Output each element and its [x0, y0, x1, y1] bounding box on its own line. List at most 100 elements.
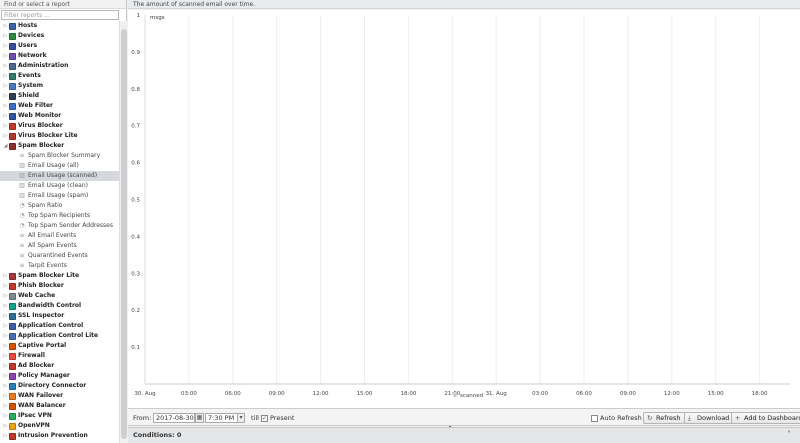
tree-category[interactable]: ▷Policy Manager	[0, 371, 119, 381]
tree-report-item[interactable]: ▥Email Usage (clean)	[0, 181, 119, 191]
x-tick-label: 09:00	[269, 391, 285, 397]
present-label: Present	[270, 413, 294, 423]
tree-report-item[interactable]: ▥Email Usage (spam)	[0, 191, 119, 201]
x-tick-label: 18:00	[752, 391, 768, 397]
collapsed-arrow-icon[interactable]: ▷	[3, 101, 8, 111]
tree-category[interactable]: ◢Spam Blocker	[0, 141, 119, 151]
tree-category[interactable]: ▷Spam Blocker Lite	[0, 271, 119, 281]
tree-category[interactable]: ▷ WAN Failover	[0, 391, 119, 401]
app-icon	[9, 143, 16, 150]
tree-category[interactable]: ▷Events	[0, 71, 119, 81]
start-date-field[interactable]: 2017-08-30	[153, 413, 195, 423]
plus-icon: +	[735, 413, 742, 423]
tree-item-label: IPsec VPN	[18, 411, 52, 421]
tree-category[interactable]: ▷ Virus Blocker	[0, 121, 119, 131]
start-time-field[interactable]: 7:30 PM	[205, 413, 241, 423]
tree-report-item[interactable]: ▥Email Usage (scanned)	[0, 171, 119, 181]
app-icon	[9, 53, 16, 60]
collapsed-arrow-icon[interactable]: ▷	[3, 331, 8, 341]
tree-category[interactable]: ▷OpenVPN	[0, 421, 119, 431]
tree-category[interactable]: ▷Application Control Lite	[0, 331, 119, 341]
chart-report-icon: ▥	[19, 163, 25, 169]
collapsed-arrow-icon[interactable]: ▷	[3, 431, 8, 441]
tree-category[interactable]: ▷Web Monitor	[0, 111, 119, 121]
filter-reports-input[interactable]	[1, 10, 119, 20]
collapsed-arrow-icon[interactable]: ▷	[3, 361, 8, 371]
collapsed-arrow-icon[interactable]: ▷	[3, 291, 8, 301]
tree-report-item[interactable]: ▥Email Usage (all)	[0, 161, 119, 171]
app-icon	[9, 93, 16, 100]
collapsed-arrow-icon[interactable]: ▷	[3, 421, 8, 431]
collapsed-arrow-icon[interactable]: ▷	[3, 81, 8, 91]
tree-report-item[interactable]: ≡Tarpit Events	[0, 261, 119, 271]
collapsed-arrow-icon[interactable]: ▷	[3, 121, 8, 131]
tree-category[interactable]: ▷Captive Portal	[0, 341, 119, 351]
tree-category[interactable]: ▷ IPsec VPN	[0, 411, 119, 421]
collapsed-arrow-icon[interactable]: ▷	[3, 371, 8, 381]
collapsed-arrow-icon[interactable]: ▷	[3, 271, 8, 281]
tree-category[interactable]: ▷SSL Inspector	[0, 311, 119, 321]
tree-category[interactable]: ▷Network	[0, 51, 119, 61]
expanded-arrow-icon[interactable]: ◢	[3, 141, 8, 151]
collapsed-arrow-icon[interactable]: ▷	[3, 341, 8, 351]
tree-report-item[interactable]: ≡All Spam Events	[0, 241, 119, 251]
collapsed-arrow-icon[interactable]: ▷	[3, 21, 8, 31]
collapsed-arrow-icon[interactable]: ▷	[3, 401, 8, 411]
tree-report-item[interactable]: ≡All Email Events	[0, 231, 119, 241]
chevron-up-icon[interactable]: ˄	[784, 430, 794, 440]
auto-refresh-checkbox[interactable]	[591, 415, 598, 422]
collapsed-arrow-icon[interactable]: ▷	[3, 41, 8, 51]
tree-category[interactable]: ▷Firewall	[0, 351, 119, 361]
collapsed-arrow-icon[interactable]: ▷	[3, 301, 8, 311]
time-dropdown-icon[interactable]: ▾	[237, 413, 245, 423]
collapsed-arrow-icon[interactable]: ▷	[3, 281, 8, 291]
collapsed-arrow-icon[interactable]: ▷	[3, 351, 8, 361]
tree-category[interactable]: ▷Hosts	[0, 21, 119, 31]
collapsed-arrow-icon[interactable]: ▷	[3, 51, 8, 61]
tree-category[interactable]: ▷Administration	[0, 61, 119, 71]
tree-report-item[interactable]: ◔Top Spam Sender Addresses	[0, 221, 119, 231]
collapsed-arrow-icon[interactable]: ▷	[3, 91, 8, 101]
download-button[interactable]: ⤓Download	[684, 412, 733, 424]
calendar-icon[interactable]: ▦	[195, 413, 204, 423]
tree-category[interactable]: ▷Phish Blocker	[0, 281, 119, 291]
tree-item-label: Virus Blocker	[18, 121, 63, 131]
collapsed-arrow-icon[interactable]: ▷	[3, 321, 8, 331]
tree-category[interactable]: ▷Devices	[0, 31, 119, 41]
refresh-button[interactable]: ↻Refresh	[643, 412, 685, 424]
tree-category[interactable]: ▷Directory Connector	[0, 381, 119, 391]
report-tree: ▷Hosts▷Devices▷Users▷Network▷Administrat…	[0, 21, 119, 443]
collapsed-arrow-icon[interactable]: ▷	[3, 411, 8, 421]
collapsed-arrow-icon[interactable]: ▷	[3, 31, 8, 41]
tree-category[interactable]: ▷Intrusion Prevention	[0, 431, 119, 441]
conditions-bar[interactable]: Conditions: 0 ˄	[128, 427, 800, 443]
add-to-dashboard-button[interactable]: +Add to Dashboard	[731, 412, 800, 424]
tree-category[interactable]: ▷WAN Balancer	[0, 401, 119, 411]
collapsed-arrow-icon[interactable]: ▷	[3, 71, 8, 81]
collapsed-arrow-icon[interactable]: ▷	[3, 61, 8, 71]
tree-report-item[interactable]: ◔Top Spam Recipients	[0, 211, 119, 221]
y-tick-label: 0.9	[131, 50, 140, 56]
present-checkbox[interactable]: ✓	[261, 415, 268, 422]
tree-category[interactable]: ▷Web Cache	[0, 291, 119, 301]
tree-category[interactable]: ▷Application Control	[0, 321, 119, 331]
tree-report-item[interactable]: ≡Spam Blocker Summary	[0, 151, 119, 161]
tree-report-item[interactable]: ◔Spam Ratio	[0, 201, 119, 211]
collapsed-arrow-icon[interactable]: ▷	[3, 391, 8, 401]
collapsed-arrow-icon[interactable]: ▷	[3, 381, 8, 391]
collapsed-arrow-icon[interactable]: ▷	[3, 131, 8, 141]
tree-category[interactable]: ▷Shield	[0, 91, 119, 101]
scrollbar-thumb[interactable]	[121, 29, 127, 439]
tree-item-label: Email Usage (clean)	[28, 181, 88, 191]
tree-item-label: WAN Failover	[18, 391, 63, 401]
tree-category[interactable]: ▷Ad Blocker	[0, 361, 119, 371]
tree-category[interactable]: ▷Web Filter	[0, 101, 119, 111]
tree-scrollbar[interactable]	[119, 21, 127, 443]
collapsed-arrow-icon[interactable]: ▷	[3, 111, 8, 121]
collapsed-arrow-icon[interactable]: ▷	[3, 311, 8, 321]
tree-category[interactable]: ▷System	[0, 81, 119, 91]
tree-report-item[interactable]: ≡Quarantined Events	[0, 251, 119, 261]
tree-category[interactable]: ▷Bandwidth Control	[0, 301, 119, 311]
tree-category[interactable]: ▷Virus Blocker Lite	[0, 131, 119, 141]
tree-category[interactable]: ▷Users	[0, 41, 119, 51]
